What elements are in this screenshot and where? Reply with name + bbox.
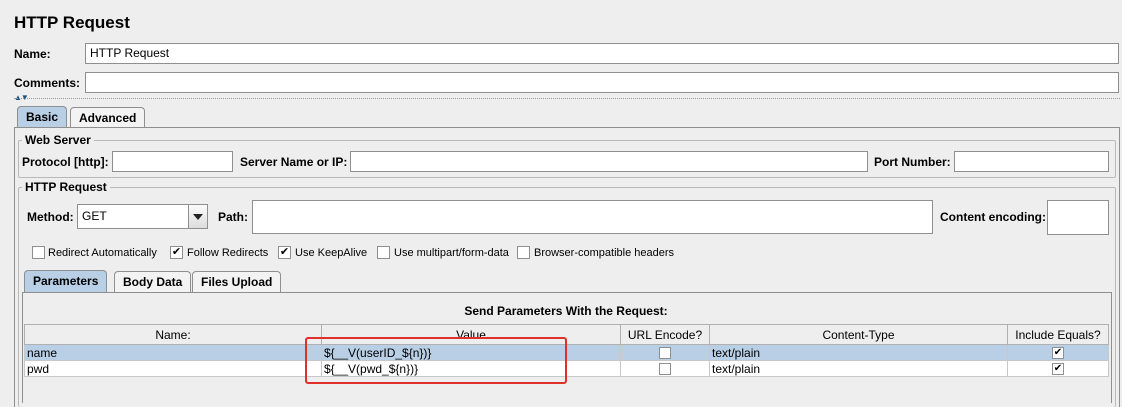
protocol-label: Protocol [http]: — [22, 155, 109, 169]
name-field[interactable]: HTTP Request — [85, 43, 1119, 64]
tab-advanced[interactable]: Advanced — [70, 107, 146, 128]
comments-field[interactable] — [85, 72, 1119, 93]
param-name-cell[interactable]: pwd — [24, 360, 322, 377]
server-name-field[interactable] — [350, 151, 868, 172]
tab-files-upload[interactable]: Files Upload — [192, 271, 282, 292]
server-name-label: Server Name or IP: — [240, 155, 348, 169]
method-dropdown-button[interactable] — [188, 204, 208, 229]
method-select[interactable]: GET — [77, 204, 189, 229]
web-server-title: Web Server — [22, 133, 94, 147]
column-header-content-type[interactable]: Content-Type — [709, 324, 1008, 345]
url-encode-checkbox[interactable] — [659, 347, 671, 360]
param-value-cell[interactable]: ${__V(userID_${n})} — [321, 344, 621, 361]
use-multipart-checkbox[interactable] — [377, 246, 390, 259]
name-label: Name: — [14, 47, 51, 61]
browser-compatible-headers-label: Browser-compatible headers — [534, 247, 675, 259]
table-row[interactable]: name ${__V(userID_${n})} text/plain ✔ — [24, 344, 1109, 361]
include-equals-cell[interactable]: ✔ — [1007, 360, 1109, 377]
column-header-name[interactable]: Name: — [24, 324, 322, 345]
column-header-include-equals[interactable]: Include Equals? — [1007, 324, 1109, 345]
port-number-field[interactable] — [954, 151, 1109, 172]
page-title: HTTP Request — [14, 13, 130, 32]
use-keepalive-label: Use KeepAlive — [295, 247, 368, 259]
tab-basic[interactable]: Basic — [17, 106, 68, 128]
use-keepalive-checkbox[interactable]: ✔ — [278, 246, 291, 259]
use-multipart-label: Use multipart/form-data — [394, 247, 509, 259]
column-header-url-encode[interactable]: URL Encode? — [620, 324, 710, 345]
path-field[interactable] — [252, 200, 933, 234]
url-encode-cell[interactable] — [620, 360, 710, 377]
path-label: Path: — [218, 210, 248, 224]
follow-redirects-checkbox[interactable]: ✔ — [170, 246, 183, 259]
comments-label: Comments: — [14, 76, 81, 90]
column-header-value[interactable]: Value — [321, 324, 621, 345]
param-name-cell[interactable]: name — [24, 344, 322, 361]
include-equals-cell[interactable]: ✔ — [1007, 344, 1109, 361]
param-value-cell[interactable]: ${__V(pwd_${n})} — [321, 360, 621, 377]
divider — [14, 98, 1120, 99]
table-row[interactable]: pwd ${__V(pwd_${n})} text/plain ✔ — [24, 360, 1109, 377]
content-type-cell[interactable]: text/plain — [709, 360, 1008, 377]
tab-body-data[interactable]: Body Data — [114, 271, 192, 292]
url-encode-checkbox[interactable] — [659, 363, 671, 376]
content-encoding-label: Content encoding: — [940, 210, 1046, 224]
port-number-label: Port Number: — [874, 155, 951, 169]
content-type-cell[interactable]: text/plain — [709, 344, 1008, 361]
include-equals-checkbox[interactable]: ✔ — [1052, 363, 1064, 376]
redirect-automatically-label: Redirect Automatically — [48, 247, 157, 259]
chevron-down-icon — [193, 213, 203, 220]
content-encoding-field[interactable] — [1047, 200, 1109, 235]
params-heading: Send Parameters With the Request: — [464, 304, 668, 318]
url-encode-cell[interactable] — [620, 344, 710, 361]
tab-parameters[interactable]: Parameters — [24, 270, 108, 292]
protocol-field[interactable] — [112, 151, 233, 172]
http-request-title: HTTP Request — [22, 180, 110, 194]
redirect-automatically-checkbox[interactable] — [32, 246, 45, 259]
parameters-table: Name: Value URL Encode? Content-Type Inc… — [24, 324, 1109, 377]
follow-redirects-label: Follow Redirects — [187, 247, 269, 259]
browser-compatible-headers-checkbox[interactable] — [517, 246, 530, 259]
include-equals-checkbox[interactable]: ✔ — [1052, 347, 1064, 360]
method-label: Method: — [27, 210, 74, 224]
